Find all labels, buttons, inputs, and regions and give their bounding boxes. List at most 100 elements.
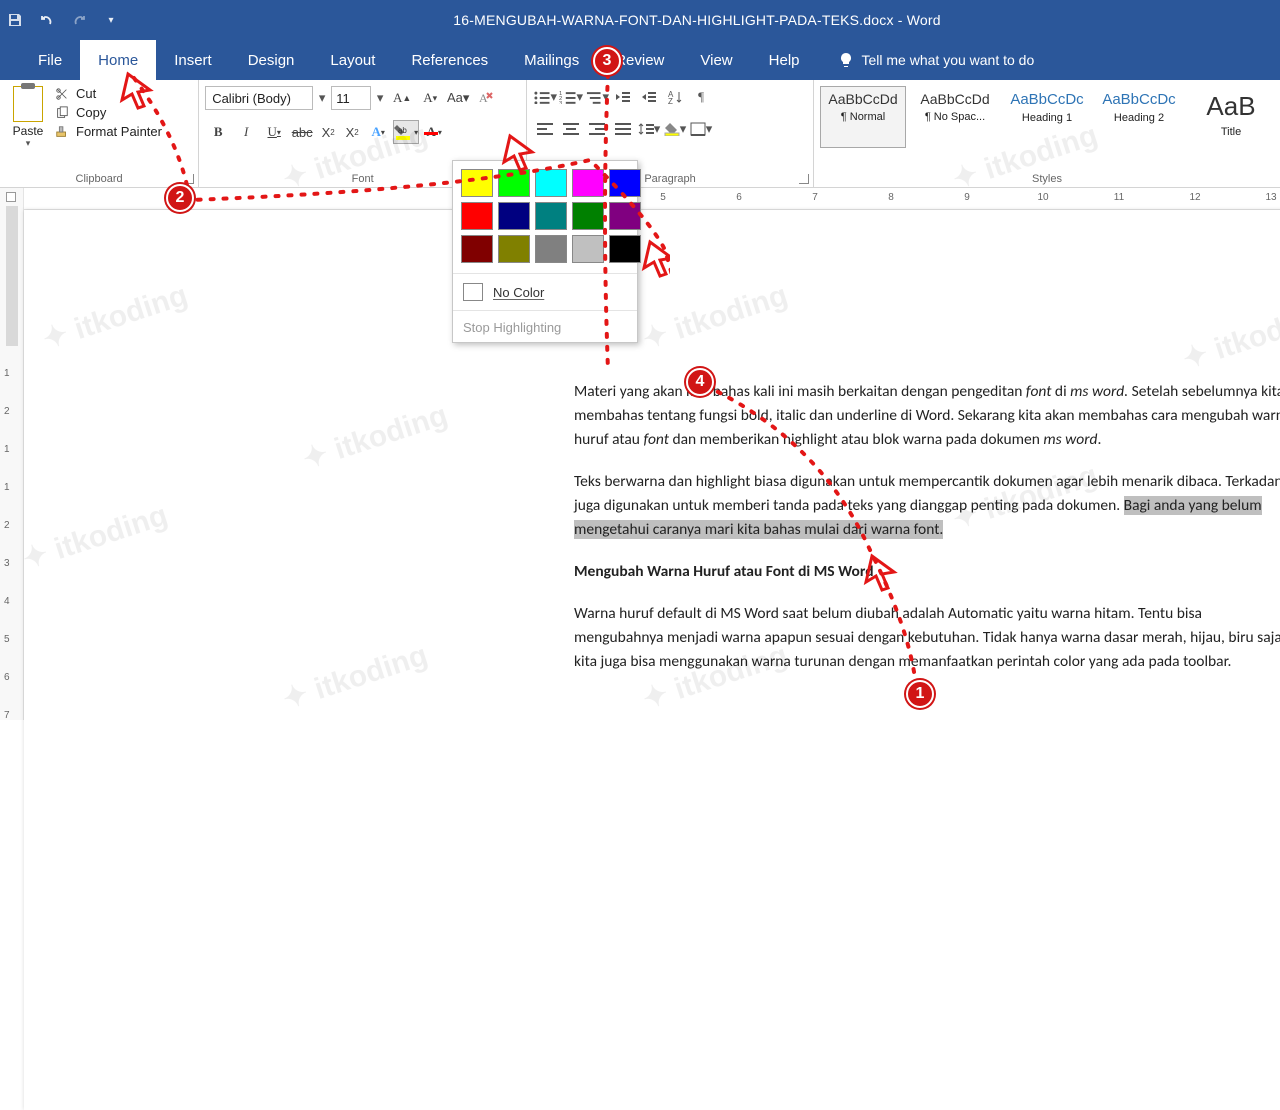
undo-icon[interactable] [38, 11, 56, 29]
copy-button[interactable]: Copy [54, 105, 162, 120]
styles-gallery[interactable]: AaBbCcDd¶ Normal AaBbCcDd¶ No Spac... Aa… [820, 84, 1274, 148]
paste-button[interactable]: Paste ▾ [6, 84, 50, 149]
tell-me-label: Tell me what you want to do [862, 52, 1035, 68]
italic-button[interactable]: I [233, 120, 259, 144]
vruler-tick: 1 [4, 482, 10, 493]
tab-references[interactable]: References [393, 40, 506, 80]
increase-indent-button[interactable] [637, 86, 661, 108]
tab-mailings[interactable]: Mailings [506, 40, 597, 80]
highlight-swatch[interactable] [498, 169, 530, 197]
highlight-swatch[interactable] [572, 235, 604, 263]
vruler-tick: 5 [4, 634, 10, 645]
tab-insert[interactable]: Insert [156, 40, 230, 80]
ruler-tick: 12 [1176, 192, 1214, 203]
paragraph-2[interactable]: Teks berwarna dan highlight biasa diguna… [574, 470, 1280, 542]
vruler-tick: 6 [4, 672, 10, 683]
clear-formatting-button[interactable]: A [473, 86, 499, 110]
font-name-dropdown-icon[interactable]: ▾ [315, 90, 329, 106]
change-case-button[interactable]: Aa▾ [445, 86, 471, 110]
document-body[interactable]: Materi yang akan kita bahas kali ini mas… [574, 380, 1280, 674]
text-effects-button[interactable]: A▾ [365, 120, 391, 144]
document-title: 16-MENGUBAH-WARNA-FONT-DAN-HIGHLIGHT-PAD… [120, 12, 1274, 28]
strikethrough-button[interactable]: abc [289, 120, 315, 144]
highlight-swatch[interactable] [609, 169, 641, 197]
highlight-swatch[interactable] [535, 169, 567, 197]
font-color-button[interactable]: A▾ [421, 120, 447, 144]
decrease-indent-button[interactable] [611, 86, 635, 108]
vertical-ruler[interactable]: 1211234567 [0, 188, 24, 720]
annotation-marker-1: 1 [906, 680, 934, 708]
bold-button[interactable]: B [205, 120, 231, 144]
tab-home[interactable]: Home [80, 40, 156, 80]
group-label-clipboard: Clipboard [0, 173, 198, 185]
paragraph-dialog-launcher[interactable] [799, 174, 809, 184]
svg-text:ab: ab [398, 126, 407, 135]
shrink-font-button[interactable]: A▾ [417, 86, 443, 110]
highlight-swatch[interactable] [535, 235, 567, 263]
horizontal-ruler[interactable]: 5678910111213 [24, 188, 1280, 210]
ruler-tick: 6 [720, 192, 758, 203]
subscript-button[interactable]: X2 [317, 120, 339, 144]
justify-button[interactable] [611, 118, 635, 140]
multilevel-list-button[interactable]: ▾ [585, 86, 609, 108]
document-page[interactable]: Materi yang akan kita bahas kali ini mas… [24, 210, 1280, 1110]
numbering-button[interactable]: 123▾ [559, 86, 583, 108]
cut-button[interactable]: Cut [54, 86, 162, 101]
highlight-swatch[interactable] [461, 202, 493, 230]
group-clipboard: Paste ▾ Cut Copy Format Painter Clipboar… [0, 80, 199, 187]
tell-me-search[interactable]: Tell me what you want to do [818, 40, 1035, 80]
tab-help[interactable]: Help [751, 40, 818, 80]
highlight-swatch[interactable] [498, 202, 530, 230]
show-marks-button[interactable]: ¶ [689, 86, 713, 108]
font-size-combo[interactable]: 11 [331, 86, 371, 110]
format-painter-button[interactable]: Format Painter [54, 124, 162, 139]
line-spacing-button[interactable]: ▾ [637, 118, 661, 140]
highlight-swatch[interactable] [572, 169, 604, 197]
copy-icon [54, 106, 70, 120]
borders-button[interactable]: ▾ [689, 118, 713, 140]
highlight-swatch[interactable] [535, 202, 567, 230]
vruler-tick: 2 [4, 520, 10, 531]
style-normal[interactable]: AaBbCcDd¶ Normal [820, 86, 906, 148]
svg-text:A: A [479, 91, 488, 105]
redo-icon[interactable] [70, 11, 88, 29]
paragraph-3[interactable]: Warna huruf default di MS Word saat belu… [574, 602, 1280, 674]
text-highlight-button[interactable]: ab▾ [393, 120, 419, 144]
underline-button[interactable]: U▾ [261, 120, 287, 144]
font-size-dropdown-icon[interactable]: ▾ [373, 90, 387, 106]
tab-layout[interactable]: Layout [312, 40, 393, 80]
superscript-button[interactable]: X2 [341, 120, 363, 144]
highlight-swatch[interactable] [461, 235, 493, 263]
qat-customize-icon[interactable]: ▾ [102, 11, 120, 29]
style-no-spacing[interactable]: AaBbCcDd¶ No Spac... [912, 86, 998, 148]
paragraph-1[interactable]: Materi yang akan kita bahas kali ini mas… [574, 380, 1280, 452]
no-color-item[interactable]: No Color [453, 276, 637, 308]
ruler-tick [1214, 192, 1252, 203]
highlight-swatch[interactable] [498, 235, 530, 263]
sort-button[interactable]: AZ [663, 86, 687, 108]
tab-design[interactable]: Design [230, 40, 313, 80]
tab-file[interactable]: File [20, 40, 80, 80]
highlight-swatch[interactable] [461, 169, 493, 197]
grow-font-button[interactable]: A▲ [389, 86, 415, 110]
ruler-tick [986, 192, 1024, 203]
bullets-button[interactable]: ▾ [533, 86, 557, 108]
highlight-swatch[interactable] [572, 202, 604, 230]
highlight-swatch[interactable] [609, 202, 641, 230]
font-name-combo[interactable]: Calibri (Body) [205, 86, 313, 110]
save-icon[interactable] [6, 11, 24, 29]
tab-view[interactable]: View [682, 40, 750, 80]
annotation-marker-2: 2 [166, 184, 194, 212]
align-left-button[interactable] [533, 118, 557, 140]
clipboard-dialog-launcher[interactable] [184, 174, 194, 184]
shading-button[interactable]: ▾ [663, 118, 687, 140]
align-center-button[interactable] [559, 118, 583, 140]
style-heading-1[interactable]: AaBbCcDcHeading 1 [1004, 86, 1090, 148]
style-heading-2[interactable]: AaBbCcDcHeading 2 [1096, 86, 1182, 148]
align-right-button[interactable] [585, 118, 609, 140]
style-title[interactable]: AaBTitle [1188, 86, 1274, 148]
heading-paragraph[interactable]: Mengubah Warna Huruf atau Font di MS Wor… [574, 560, 1280, 584]
svg-text:Z: Z [668, 97, 673, 104]
ruler-tick [910, 192, 948, 203]
highlight-swatch[interactable] [609, 235, 641, 263]
